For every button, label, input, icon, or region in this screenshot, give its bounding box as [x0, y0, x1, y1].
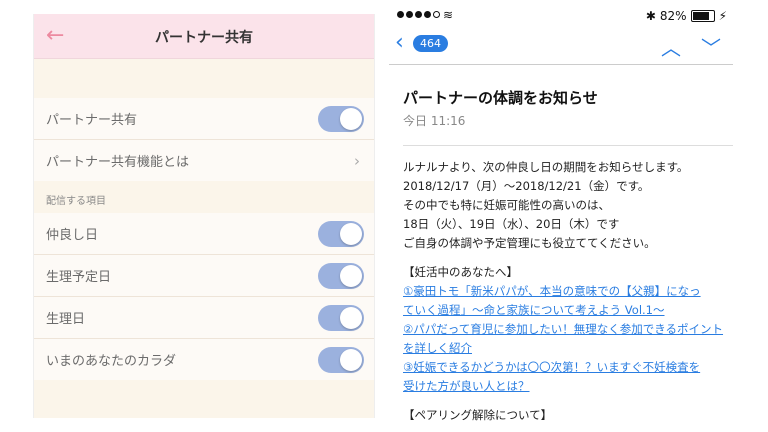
body-line: ルナルナより、次の仲良し日の期間をお知らせします。	[403, 160, 689, 174]
article-link-3-cont[interactable]: 受けた方が良い人とは？	[403, 377, 729, 396]
row-current-body[interactable]: いまのあなたのカラダ	[34, 339, 374, 380]
section-heading: 【ペアリング解除について】	[403, 408, 553, 422]
previous-message-icon[interactable]: ︿	[661, 32, 681, 61]
row-label: いまのあなたのカラダ	[46, 354, 177, 369]
row-label: 仲良し日	[46, 228, 99, 243]
row-label: パートナー共有	[46, 113, 138, 128]
bluetooth-icon: ✱	[645, 9, 656, 23]
partner-share-settings-screen: ← パートナー共有 パートナー共有 パートナー共有機能とは › 配信する項目 仲…	[33, 14, 375, 418]
mail-time: 今日 11:16	[403, 114, 466, 128]
row-label: 生理日	[46, 312, 86, 327]
unread-badge[interactable]: 464	[413, 35, 448, 52]
nakayoshi-day-toggle[interactable]	[318, 221, 364, 247]
article-link-2-cont[interactable]: を詳しく紹介	[403, 339, 729, 358]
section-heading: 【妊活中のあなたへ】	[403, 265, 518, 279]
partner-share-toggle[interactable]	[318, 106, 364, 132]
body-line: その中でも特に妊娠可能性の高いのは、	[403, 198, 610, 212]
period-expected-toggle[interactable]	[318, 263, 364, 289]
current-body-toggle[interactable]	[318, 347, 364, 373]
row-period-expected[interactable]: 生理予定日	[34, 255, 374, 297]
chevron-right-icon: ›	[354, 152, 360, 170]
settings-group-items: 仲良し日 生理予定日 生理日 いまのあなたのカラダ	[34, 213, 374, 380]
mail-nav-bar: ‹ 464 ︿ ﹀	[389, 26, 733, 65]
signal-icon	[397, 11, 440, 18]
wifi-icon: ≋	[443, 8, 454, 22]
row-label: パートナー共有機能とは	[46, 155, 190, 170]
section-header: 配信する項目	[46, 196, 106, 207]
charging-icon: ⚡	[718, 9, 727, 23]
nav-bar: ← パートナー共有	[34, 14, 374, 59]
status-bar: ≋ ✱ 82% ⚡	[389, 6, 733, 26]
article-link-3[interactable]: ③妊娠できるかどうかは〇〇次第！？いますぐ不妊検査を	[403, 358, 729, 377]
body-line: 2018/12/17（月）〜2018/12/21（金）です。	[403, 179, 650, 193]
article-link-2[interactable]: ②パパだって育児に参加したい！無理なく参加できるポイント	[403, 320, 729, 339]
mail-subject: パートナーの体調をお知らせ	[403, 89, 598, 107]
back-chevron-icon[interactable]: ‹	[395, 32, 404, 54]
mail-body: ルナルナより、次の仲良し日の期間をお知らせします。 2018/12/17（月）〜…	[403, 158, 729, 425]
body-line: 18日（火）、19日（水）、20日（木）です	[403, 217, 620, 231]
row-partner-share-about[interactable]: パートナー共有機能とは ›	[34, 140, 374, 181]
next-message-icon[interactable]: ﹀	[701, 32, 721, 61]
body-line: ご自身の体調や予定管理にも役立ててください。	[403, 236, 656, 250]
period-day-toggle[interactable]	[318, 305, 364, 331]
mail-detail-screen: ≋ ✱ 82% ⚡ ‹ 464 ︿ ﹀ パートナーの体調をお知らせ 今日 11:…	[389, 6, 733, 432]
battery-percent: 82%	[659, 9, 687, 23]
divider	[403, 145, 733, 146]
settings-group-top: パートナー共有 パートナー共有機能とは ›	[34, 98, 374, 181]
row-partner-share[interactable]: パートナー共有	[34, 98, 374, 140]
article-link-1[interactable]: ①豪田トモ「新米パパが、本当の意味での【父親】になっ	[403, 282, 729, 301]
row-label: 生理予定日	[46, 270, 112, 285]
article-link-1-cont[interactable]: ていく過程」〜命と家族について考えよう Vol.1〜	[403, 301, 729, 320]
page-title: パートナー共有	[155, 30, 253, 46]
battery-icon	[690, 10, 715, 22]
row-nakayoshi-day[interactable]: 仲良し日	[34, 213, 374, 255]
row-period-day[interactable]: 生理日	[34, 297, 374, 339]
